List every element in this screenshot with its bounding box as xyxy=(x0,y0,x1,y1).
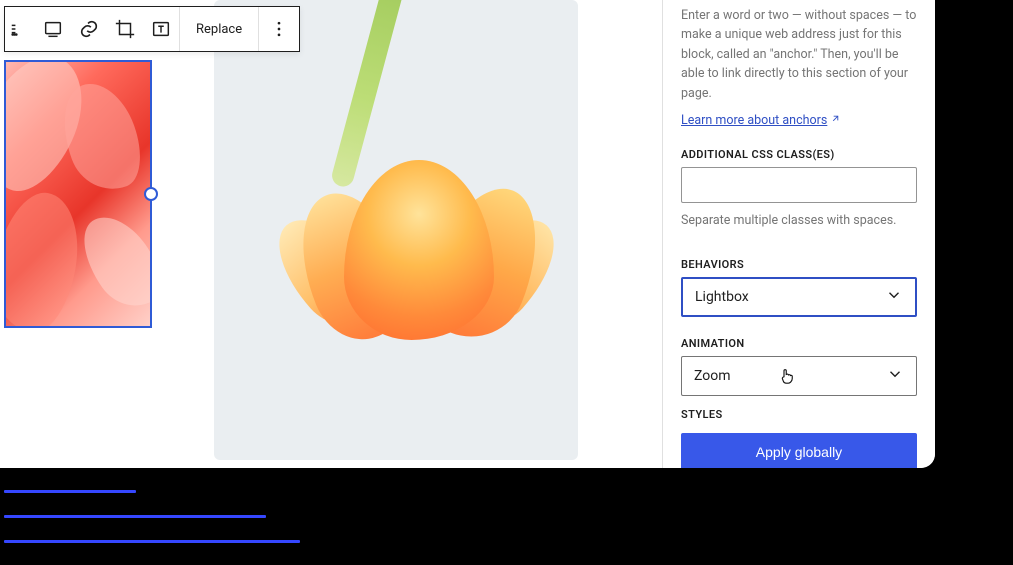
editor-window: Replace xyxy=(0,0,935,468)
behaviors-label: BEHAVIORS xyxy=(681,258,917,271)
chevron-down-icon xyxy=(885,286,903,308)
deco-line xyxy=(4,540,300,543)
learn-anchors-link[interactable]: Learn more about anchors xyxy=(681,113,841,128)
block-toolbar: Replace xyxy=(4,6,300,52)
anchor-help-text: Enter a word or two — without spaces — t… xyxy=(681,6,917,103)
inspector-sidebar: Enter a word or two — without spaces — t… xyxy=(663,0,935,468)
external-link-icon xyxy=(830,113,841,128)
styles-label: STYLES xyxy=(681,408,917,421)
animation-select[interactable]: Zoom xyxy=(681,356,917,396)
decorative-lines xyxy=(4,490,300,565)
deco-line xyxy=(4,490,136,493)
animation-label: ANIMATION xyxy=(681,337,917,350)
css-classes-input[interactable] xyxy=(681,167,917,203)
image-block-selected[interactable] xyxy=(4,60,152,328)
caption-icon[interactable] xyxy=(35,7,71,51)
link-icon[interactable] xyxy=(71,7,107,51)
chevron-down-icon xyxy=(886,365,904,387)
replace-button[interactable]: Replace xyxy=(180,7,259,51)
resize-handle-right[interactable] xyxy=(144,187,158,201)
behaviors-select[interactable]: Lightbox xyxy=(681,277,917,317)
css-classes-help: Separate multiple classes with spaces. xyxy=(681,211,917,230)
image-block-tulip[interactable] xyxy=(214,0,578,460)
toolbar-group-transform xyxy=(5,7,180,51)
deco-line xyxy=(4,515,266,518)
animation-value: Zoom xyxy=(694,368,731,384)
more-options-icon[interactable] xyxy=(259,7,299,51)
editor-canvas[interactable]: Replace xyxy=(0,0,663,468)
tulip-head xyxy=(304,155,534,365)
css-classes-label: ADDITIONAL CSS CLASS(ES) xyxy=(681,148,917,161)
crop-icon[interactable] xyxy=(107,7,143,51)
behaviors-value: Lightbox xyxy=(695,289,749,305)
learn-anchors-label: Learn more about anchors xyxy=(681,113,827,128)
text-overlay-icon[interactable] xyxy=(143,7,179,51)
image-pink-flower xyxy=(6,62,150,326)
align-icon[interactable] xyxy=(5,7,35,51)
cursor-pointer-icon xyxy=(778,367,796,389)
apply-globally-button[interactable]: Apply globally xyxy=(681,433,917,468)
